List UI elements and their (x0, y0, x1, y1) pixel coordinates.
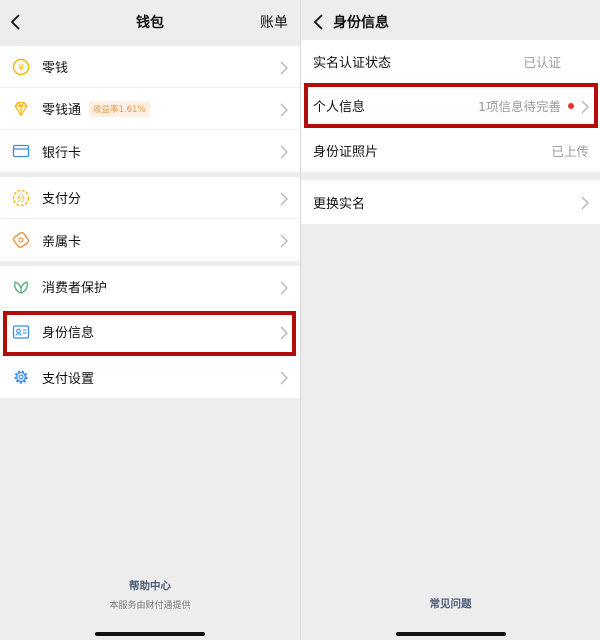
wallet-item-identity-info[interactable]: 身份信息 (0, 308, 300, 356)
wallet-item-label: 亲属卡 (42, 234, 82, 250)
chevron-right-icon (280, 233, 288, 248)
identity-group-2: 更换实名 (301, 180, 600, 224)
chevron-right-icon (280, 370, 288, 385)
yield-badge: 收益率1.61% (89, 100, 150, 117)
coin-icon: ¥ (12, 58, 30, 76)
wallet-item-label: 支付分 (42, 192, 82, 207)
personal-info-label: 个人信息 (313, 100, 366, 115)
chevron-right-icon (280, 280, 288, 295)
wallet-item-label: 零钱 (42, 61, 69, 76)
wallet-item-label: 零钱通 (42, 103, 82, 118)
wallet-item-pay-score[interactable]: 分 支付分 (0, 177, 300, 219)
id-photo-value: 已上传 (551, 143, 589, 159)
svg-text:分: 分 (17, 194, 26, 204)
wallet-item-family-card[interactable]: 亲属卡 (0, 219, 300, 261)
chevron-right-icon (280, 144, 288, 159)
red-dot-icon (568, 103, 574, 109)
chevron-right-icon (581, 99, 589, 114)
identity-navbar: 身份信息 (301, 0, 600, 44)
page-title: 身份信息 (333, 15, 389, 31)
wallet-navbar: 钱包 账单 (0, 0, 300, 44)
personal-info-value: 1项信息待完善 (478, 99, 561, 114)
change-real-name-row[interactable]: 更换实名 (301, 180, 600, 224)
wallet-item-bank-card[interactable]: 银行卡 (0, 130, 300, 172)
gear-icon (12, 368, 30, 386)
wallet-panel: 钱包 账单 ¥ 零钱 零钱通 收益率1.61% 银行卡 分 支付分 亲属卡 消费… (0, 0, 300, 640)
service-provider-note: 本服务由财付通提供 (109, 601, 191, 611)
bill-button[interactable]: 账单 (260, 12, 288, 32)
verification-status-value: 已认证 (523, 55, 561, 70)
verification-status-row: 实名认证状态 已认证 (301, 40, 600, 84)
chevron-right-icon (581, 195, 589, 210)
home-indicator (396, 632, 506, 636)
page-title: 钱包 (136, 15, 164, 31)
pay-score-icon: 分 (12, 189, 30, 207)
faq-link[interactable]: 常见问题 (301, 596, 600, 611)
diamond-icon (12, 100, 30, 118)
identity-group-1: 实名认证状态 已认证 个人信息 1项信息待完善 身份证照片 已上传 (301, 40, 600, 172)
wallet-item-label: 身份信息 (42, 326, 95, 341)
identity-panel: 身份信息 实名认证状态 已认证 个人信息 1项信息待完善 身份证照片 已上传 更… (300, 0, 600, 640)
change-real-name-label: 更换实名 (313, 196, 366, 212)
wallet-item-label: 支付设置 (42, 371, 95, 387)
personal-info-row[interactable]: 个人信息 1项信息待完善 (301, 84, 600, 128)
id-photo-label: 身份证照片 (313, 144, 379, 160)
back-icon[interactable] (309, 11, 329, 33)
chevron-right-icon (280, 60, 288, 75)
bank-card-icon (12, 142, 30, 160)
wallet-item-lingqiantong[interactable]: 零钱通 收益率1.61% (0, 88, 300, 130)
wallet-item-consumer-protection[interactable]: 消费者保护 (0, 266, 300, 308)
wallet-item-label: 银行卡 (42, 145, 82, 161)
family-card-icon (12, 231, 30, 249)
leaf-shield-icon (12, 278, 30, 296)
svg-text:¥: ¥ (18, 63, 24, 73)
id-photo-row: 身份证照片 已上传 (301, 128, 600, 172)
verification-status-label: 实名认证状态 (313, 56, 392, 71)
home-indicator (95, 632, 205, 636)
chevron-right-icon (280, 325, 288, 340)
id-card-icon (12, 323, 30, 341)
wallet-group-2: 分 支付分 亲属卡 (0, 177, 300, 261)
chevron-right-icon (280, 102, 288, 117)
wallet-group-3: 消费者保护 身份信息 支付设置 (0, 266, 300, 398)
wallet-item-payment-settings[interactable]: 支付设置 (0, 356, 300, 398)
help-center-link[interactable]: 帮助中心 (0, 578, 300, 593)
wallet-group-1: ¥ 零钱 零钱通 收益率1.61% 银行卡 (0, 46, 300, 172)
wallet-item-label: 消费者保护 (42, 281, 108, 296)
wallet-item-change[interactable]: ¥ 零钱 (0, 46, 300, 88)
chevron-right-icon (280, 191, 288, 206)
